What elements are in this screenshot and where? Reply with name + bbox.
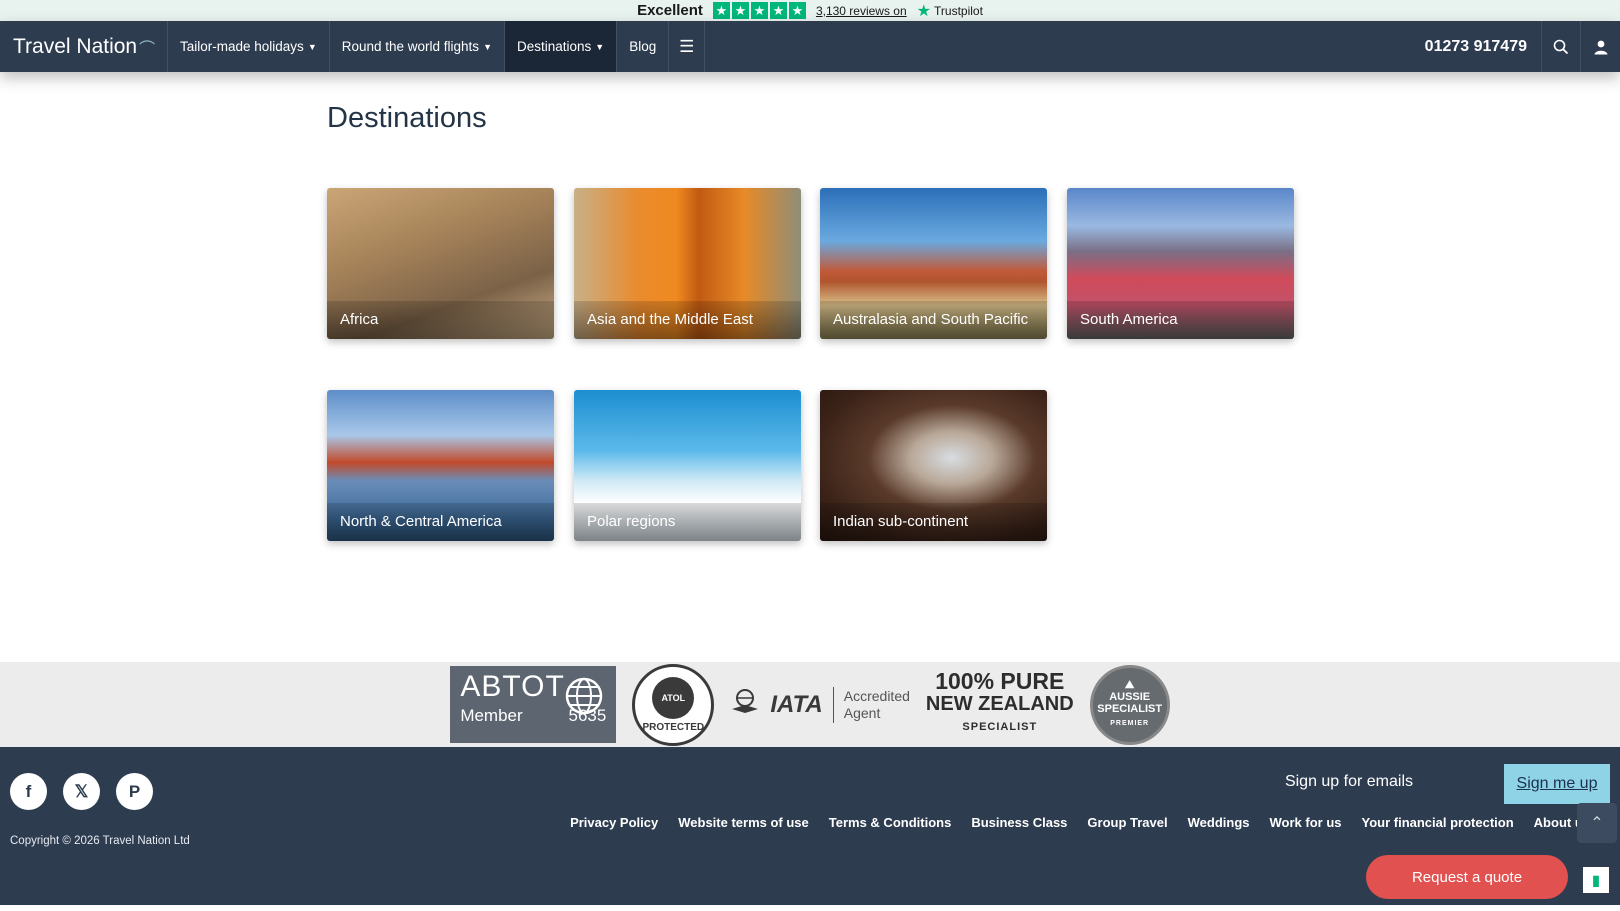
star-icon: ★ — [750, 2, 768, 19]
iata-logo: IATA Accredited Agent — [730, 686, 910, 723]
nav-label: Destinations — [516, 39, 592, 54]
destination-card-north-central-america[interactable]: North & Central America — [327, 390, 554, 541]
iata-accredited: Accredited Agent — [844, 688, 910, 722]
destination-card-asia[interactable]: Asia and the Middle East — [574, 188, 801, 339]
iata-divider — [832, 686, 834, 723]
nz-specialist-logo: 100% PURE NEW ZEALAND SPECIALIST — [926, 670, 1074, 739]
abtot-logo: ABTOT Member 5635 — [450, 666, 617, 743]
destination-card-australasia[interactable]: Australasia and South Pacific — [820, 188, 1047, 339]
aussie-line1: AUSSIE — [1109, 691, 1151, 703]
destination-label: South America — [1067, 301, 1294, 339]
chevron-up-icon[interactable]: ⌃ — [1577, 803, 1617, 843]
destination-label: Asia and the Middle East — [574, 301, 801, 339]
chat-icon[interactable]: ▮ — [1583, 867, 1609, 893]
page-title: Destinations — [327, 102, 487, 134]
brand-name: Travel Nation — [13, 34, 138, 58]
phone-number[interactable]: 01273 917479 — [1411, 21, 1542, 72]
nav-round-the-world-flights[interactable]: Round the world flights ▼ — [330, 21, 505, 72]
atol-name: ATOL — [652, 676, 695, 719]
globe-icon — [566, 677, 603, 714]
destination-label: Indian sub-continent — [820, 503, 1047, 541]
copyright: Copyright © 2026 Travel Nation Ltd — [10, 835, 190, 847]
atol-logo: ATOL PROTECTED — [632, 663, 715, 746]
signup-label: Sign up for emails — [1284, 773, 1413, 790]
footer-link-privacy-policy[interactable]: Privacy Policy — [570, 815, 658, 830]
footer-link-website-terms[interactable]: Website terms of use — [678, 815, 809, 830]
nz-line2: NEW ZEALAND — [925, 693, 1074, 715]
kangaroo-icon: ⛰ — [1125, 679, 1135, 691]
footer-link-terms-conditions[interactable]: Terms & Conditions — [829, 815, 952, 830]
nz-line1: 100% PURE — [935, 668, 1065, 694]
aussie-line3: PREMIER — [1110, 720, 1150, 727]
swoosh-icon: ⌒ — [139, 40, 156, 58]
main-navigation: Travel Nation ⌒ Tailor-made holidays ▼ R… — [0, 21, 1620, 72]
star-icon: ★ — [769, 2, 787, 19]
trustpilot-reviews-link[interactable]: 3,130 reviews on — [816, 4, 907, 18]
iata-line2: Agent — [843, 704, 881, 721]
caret-down-icon: ▼ — [483, 41, 492, 52]
trustpilot-rating-word: Excellent — [637, 2, 703, 19]
destination-card-indian-sub-continent[interactable]: Indian sub-continent — [820, 390, 1047, 541]
nav-label: Blog — [629, 39, 657, 54]
destination-label: Australasia and South Pacific — [820, 301, 1047, 339]
footer-link-business-class[interactable]: Business Class — [971, 815, 1067, 830]
hamburger-icon[interactable]: ☰ — [669, 21, 706, 72]
caret-down-icon: ▼ — [595, 41, 605, 52]
destination-label: Africa — [327, 301, 554, 339]
brand-logo[interactable]: Travel Nation ⌒ — [0, 21, 168, 72]
nav-label: Round the world flights — [341, 39, 480, 54]
star-icon: ★ — [712, 2, 730, 19]
footer-link-group-travel[interactable]: Group Travel — [1087, 815, 1167, 830]
destination-card-africa[interactable]: Africa — [327, 188, 554, 339]
destination-card-polar-regions[interactable]: Polar regions — [574, 390, 801, 541]
trustpilot-logo[interactable]: ★ Trustpilot — [917, 1, 983, 21]
search-icon[interactable] — [1542, 21, 1581, 72]
iata-line1: Accredited — [843, 687, 910, 704]
request-quote-button[interactable]: Request a quote — [1366, 855, 1568, 899]
x-icon[interactable]: 𝕏 — [63, 773, 100, 810]
sign-me-up-button[interactable]: Sign me up — [1504, 764, 1610, 804]
star-icon: ★ — [788, 2, 806, 19]
aussie-line2: SPECIALIST — [1097, 703, 1163, 715]
facebook-icon[interactable]: f — [10, 773, 47, 810]
nav-destinations[interactable]: Destinations ▼ — [504, 21, 618, 72]
footer-links: Privacy Policy Website terms of use Term… — [570, 815, 1590, 830]
user-icon[interactable] — [1581, 21, 1620, 72]
caret-down-icon: ▼ — [307, 41, 317, 52]
site-footer: f 𝕏 P Copyright © 2026 Travel Nation Ltd… — [0, 747, 1620, 911]
destination-label: North & Central America — [327, 503, 554, 541]
star-icon: ★ — [731, 2, 749, 19]
destination-card-south-america[interactable]: South America — [1067, 188, 1294, 339]
abtot-member-label: Member — [460, 706, 523, 725]
footer-link-work-for-us[interactable]: Work for us — [1270, 815, 1342, 830]
footer-link-weddings[interactable]: Weddings — [1188, 815, 1250, 830]
nz-line3: SPECIALIST — [962, 721, 1038, 733]
plane-globe-icon — [730, 687, 760, 722]
iata-name: IATA — [770, 690, 823, 718]
footer-link-financial-protection[interactable]: Your financial protection — [1362, 815, 1514, 830]
bottom-strip — [0, 905, 1620, 911]
social-links: f 𝕏 P — [10, 773, 153, 810]
trustpilot-stars: ★ ★ ★ ★ ★ — [712, 2, 806, 19]
aussie-specialist-badge: ⛰ AUSSIE SPECIALIST PREMIER — [1089, 664, 1170, 745]
atol-protected-text: PROTECTED — [642, 721, 705, 733]
trustpilot-brand: Trustpilot — [934, 3, 983, 18]
pinterest-icon[interactable]: P — [116, 773, 153, 810]
nav-label: Tailor-made holidays — [180, 39, 304, 54]
destination-label: Polar regions — [574, 503, 801, 541]
nav-tailor-made-holidays[interactable]: Tailor-made holidays ▼ — [168, 21, 330, 72]
accreditation-strip: ABTOT Member 5635 ATOL PROTECTED IATA Ac… — [0, 662, 1620, 747]
trustpilot-bar[interactable]: Excellent ★ ★ ★ ★ ★ 3,130 reviews on ★ T… — [0, 0, 1620, 21]
trustpilot-star-icon: ★ — [916, 2, 932, 20]
nav-blog[interactable]: Blog — [617, 21, 670, 72]
